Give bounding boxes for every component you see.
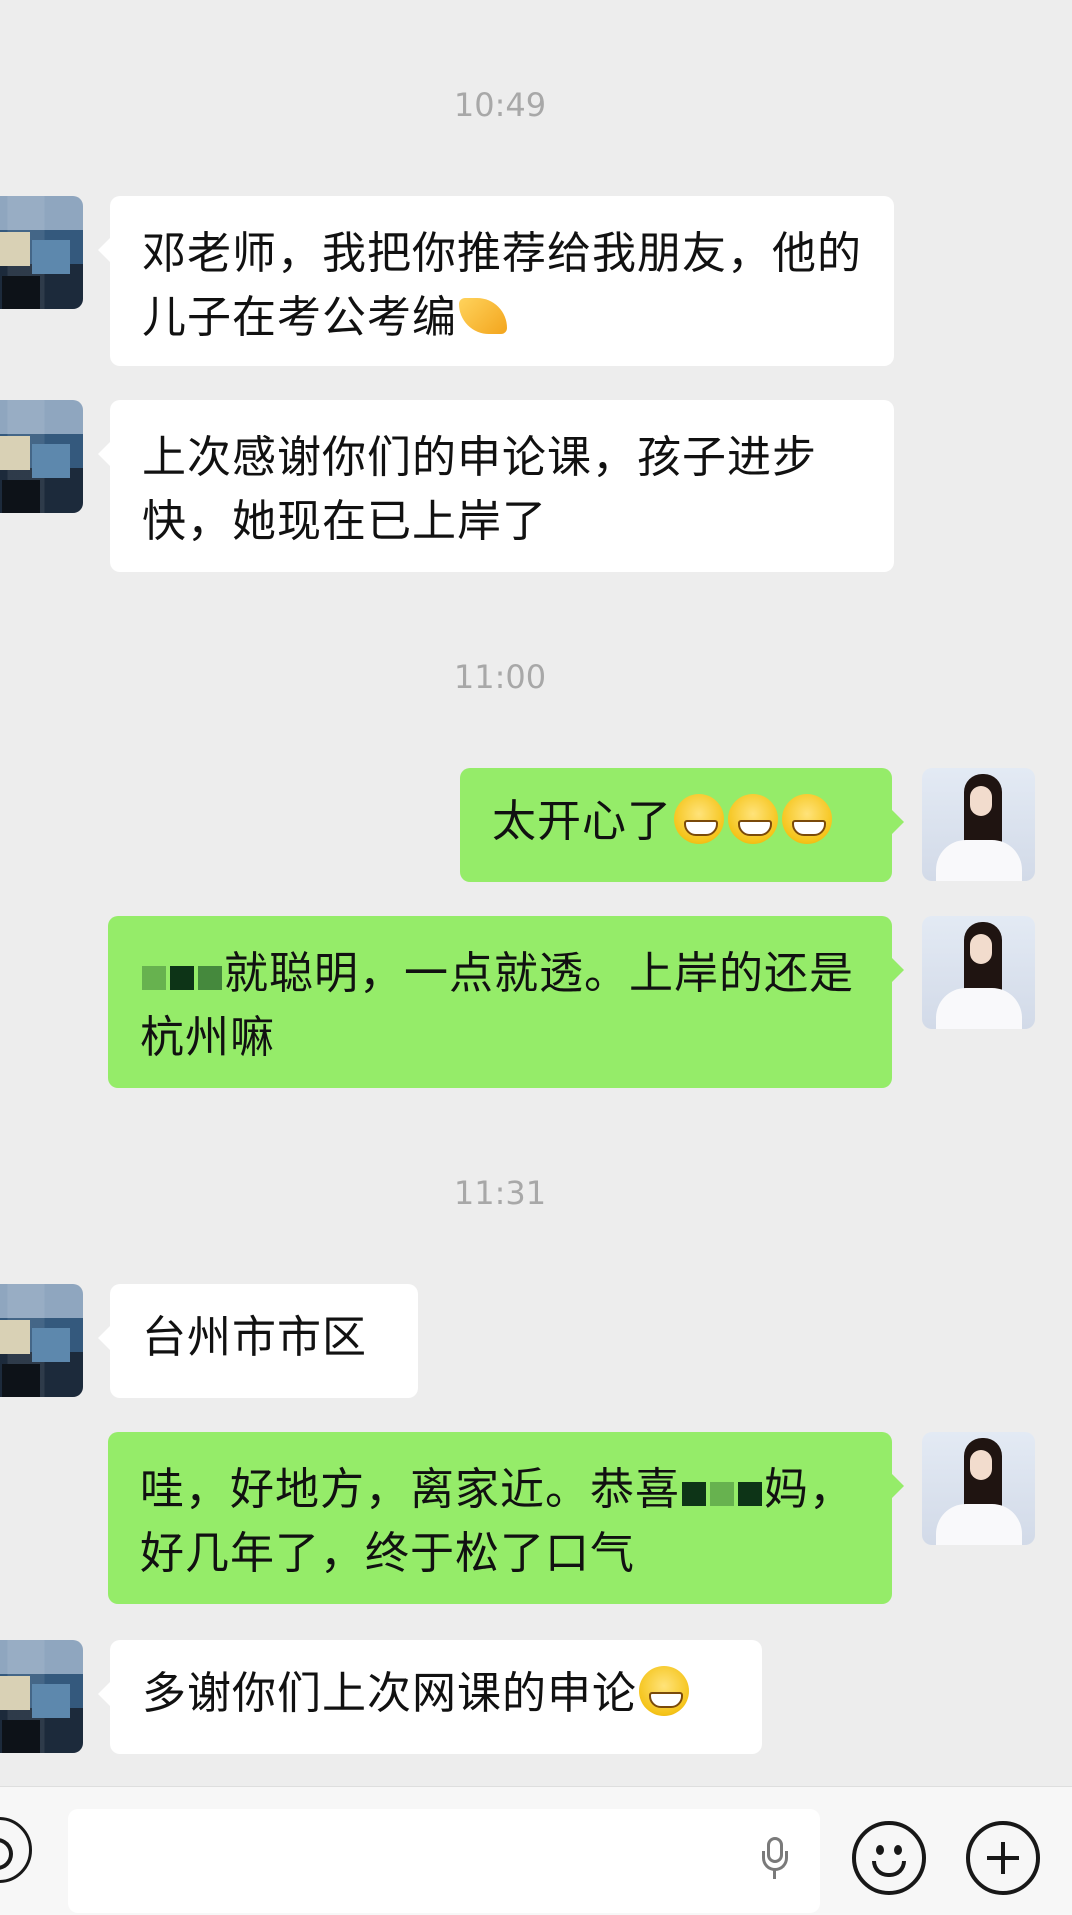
- emoji-icon[interactable]: [852, 1821, 926, 1895]
- message-bubble-incoming[interactable]: 多谢你们上次网课的申论: [98, 1640, 762, 1754]
- redaction-mosaic: [142, 966, 166, 990]
- message-text: 哇，好地方，离家近。恭喜: [140, 1464, 680, 1515]
- my-avatar[interactable]: [922, 1432, 1035, 1545]
- message-text: 太开心了: [492, 796, 672, 847]
- timestamp: 11:00: [453, 658, 547, 696]
- grinning-face-emoji-icon: [728, 794, 778, 844]
- message-bubble-incoming[interactable]: 邓老师，我把你推荐给我朋友，他的儿子在考公考编: [98, 196, 894, 366]
- redaction-mosaic: [710, 1482, 734, 1506]
- redaction-mosaic: [738, 1482, 762, 1506]
- message-text: 就聪明，一点就透。上岸的还是杭州嘛: [140, 948, 854, 1063]
- grinning-face-emoji-icon: [782, 794, 832, 844]
- message-bubble-outgoing[interactable]: 哇，好地方，离家近。恭喜 妈，好几年了，终于松了口气: [108, 1432, 904, 1604]
- pinched-hand-emoji-icon: [459, 298, 507, 334]
- timestamp: 11:31: [453, 1174, 547, 1212]
- message-bubble-outgoing[interactable]: 太开心了: [460, 768, 904, 882]
- voice-input-icon[interactable]: [0, 1817, 32, 1883]
- message-text: 台州市市区: [142, 1312, 367, 1363]
- message-bubble-incoming[interactable]: 台州市市区: [98, 1284, 418, 1398]
- microphone-icon[interactable]: [762, 1837, 788, 1879]
- contact-avatar[interactable]: [0, 1284, 83, 1397]
- plus-icon[interactable]: [966, 1821, 1040, 1895]
- my-avatar[interactable]: [922, 768, 1035, 881]
- grinning-face-emoji-icon: [639, 1666, 689, 1716]
- redaction-mosaic: [682, 1482, 706, 1506]
- chat-area: 10:49 邓老师，我把你推荐给我朋友，他的儿子在考公考编 上次感谢你们的申论课…: [0, 0, 1072, 1786]
- message-bubble-incoming[interactable]: 上次感谢你们的申论课，孩子进步快，她现在已上岸了: [98, 400, 894, 572]
- message-text: 多谢你们上次网课的申论: [142, 1668, 637, 1719]
- contact-avatar[interactable]: [0, 1640, 83, 1753]
- redaction-mosaic: [170, 966, 194, 990]
- grinning-face-emoji-icon: [674, 794, 724, 844]
- message-bubble-outgoing[interactable]: 就聪明，一点就透。上岸的还是杭州嘛: [108, 916, 904, 1088]
- redaction-mosaic: [198, 966, 222, 990]
- contact-avatar[interactable]: [0, 196, 83, 309]
- message-input[interactable]: [68, 1809, 820, 1913]
- message-text: 上次感谢你们的申论课，孩子进步快，她现在已上岸了: [142, 432, 817, 547]
- contact-avatar[interactable]: [0, 400, 83, 513]
- my-avatar[interactable]: [922, 916, 1035, 1029]
- chat-input-bar: [0, 1786, 1072, 1915]
- timestamp: 10:49: [453, 86, 547, 124]
